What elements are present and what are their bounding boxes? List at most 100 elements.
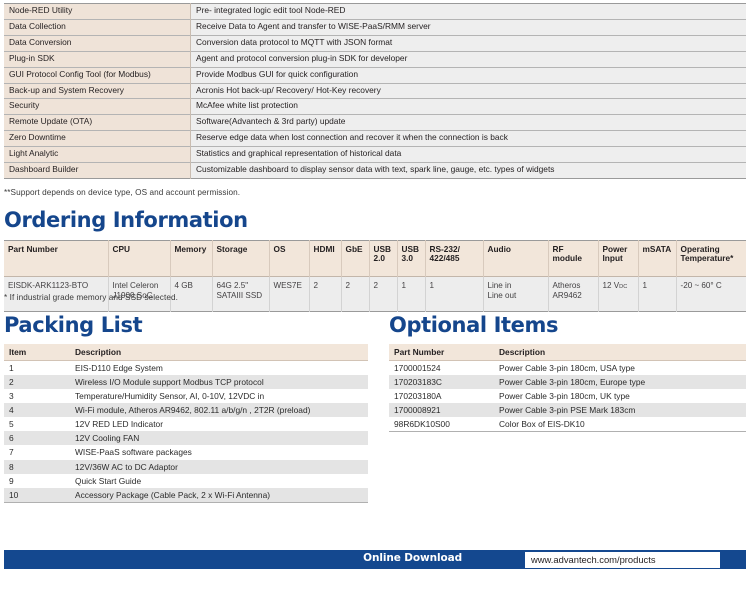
feature-cell: Dashboard Builder [4, 162, 191, 179]
col-description: Description [494, 344, 746, 361]
table-row: Dashboard Builder Customizable dashboard… [4, 162, 746, 179]
list-item: 1700008921 Power Cable 3-pin PSE Mark 18… [389, 403, 746, 418]
optional-items-table: Part Number Description 1700001524 Power… [389, 344, 746, 433]
list-item: 170203180A Power Cable 3-pin 180cm, UK t… [389, 389, 746, 404]
list-item: 98R6DK10S00 Color Box of EIS-DK10 [389, 417, 746, 433]
online-download-url-box[interactable]: www.advantech.com/products [525, 551, 720, 568]
list-item: 7 WISE-PaaS software packages [4, 445, 368, 460]
col-rf-line2: module [552, 253, 583, 264]
online-download-label: Online Download [363, 552, 462, 564]
packing-header-row: Item Description [4, 344, 368, 361]
description-cell: Provide Modbus GUI for quick configurati… [190, 67, 746, 84]
cell-usb30: 1 [397, 276, 426, 312]
optional-items-heading: Optional Items [389, 313, 559, 337]
description-cell: Software(Advantech & 3rd party) update [190, 114, 746, 131]
col-usb30: USB 3.0 [397, 240, 426, 277]
col-part-number: Part Number [4, 240, 109, 277]
col-gbe: GbE [341, 240, 370, 277]
col-os: OS [269, 240, 310, 277]
item-number: 4 [4, 403, 70, 418]
feature-cell: Data Conversion [4, 35, 191, 52]
item-description: Wi-Fi module, Atheros AR9462, 802.11 a/b… [70, 403, 368, 418]
item-number: 2 [4, 375, 70, 390]
cell-audio-line1: Line in [487, 281, 512, 290]
ordering-information-heading: Ordering Information [4, 208, 248, 232]
list-item: 9 Quick Start Guide [4, 473, 368, 488]
feature-cell: Plug-in SDK [4, 51, 191, 68]
col-serial-line2: 422/485 [429, 253, 460, 264]
cell-cpu-line1: Intel Celeron [112, 281, 159, 290]
table-row: Node-RED Utility Pre- integrated logic e… [4, 3, 746, 20]
cell-power-value: 12 V [602, 281, 620, 290]
item-description: Temperature/Humidity Sensor, AI, 0-10V, … [70, 389, 368, 404]
description-cell: Receive Data to Agent and transfer to WI… [190, 19, 746, 36]
description-cell: Conversion data protocol to MQTT with JS… [190, 35, 746, 52]
list-item: 5 12V RED LED Indicator [4, 417, 368, 432]
feature-cell: Node-RED Utility [4, 3, 191, 20]
list-item: 6 12V Cooling FAN [4, 431, 368, 446]
item-number: 6 [4, 431, 70, 446]
option-description: Power Cable 3-pin 180cm, Europe type [494, 375, 746, 390]
col-storage: Storage [212, 240, 270, 277]
description-cell: Reserve edge data when lost connection a… [190, 130, 746, 147]
cell-gbe: 2 [341, 276, 370, 312]
cell-power-subscript: DC [619, 284, 628, 290]
feature-cell: Light Analytic [4, 146, 191, 163]
option-description: Power Cable 3-pin PSE Mark 183cm [494, 403, 746, 418]
option-part-number: 98R6DK10S00 [389, 417, 494, 433]
option-description: Power Cable 3-pin 180cm, UK type [494, 389, 746, 404]
col-item: Item [4, 344, 70, 361]
list-item: 4 Wi-Fi module, Atheros AR9462, 802.11 a… [4, 403, 368, 418]
col-temp-line2: Temperature* [680, 253, 734, 264]
col-part-number: Part Number [389, 344, 494, 361]
option-part-number: 170203183C [389, 375, 494, 390]
item-number: 10 [4, 487, 70, 503]
col-msata: mSATA [638, 240, 677, 277]
item-number: 3 [4, 389, 70, 404]
item-number: 1 [4, 360, 70, 376]
list-item: 3 Temperature/Humidity Sensor, AI, 0-10V… [4, 389, 368, 404]
list-item: 8 12V/36W AC to DC Adaptor [4, 459, 368, 474]
optional-items-grid: Part Number Description 1700001524 Power… [389, 344, 746, 433]
packing-list-grid: Item Description 1 EIS-D110 Edge System … [4, 344, 368, 503]
col-usb20: USB 2.0 [369, 240, 398, 277]
software-feature-table: Node-RED Utility Pre- integrated logic e… [4, 3, 746, 179]
software-table-footnote: **Support depends on device type, OS and… [4, 188, 241, 197]
cell-serial: 1 [425, 276, 484, 312]
description-cell: Customizable dashboard to display sensor… [190, 162, 746, 179]
table-row: Zero Downtime Reserve edge data when los… [4, 130, 746, 147]
feature-cell: Back-up and System Recovery [4, 83, 191, 99]
list-item: 2 Wireless I/O Module support Modbus TCP… [4, 375, 368, 390]
feature-cell: Remote Update (OTA) [4, 114, 191, 131]
item-description: EIS-D110 Edge System [70, 360, 368, 376]
table-row: Remote Update (OTA) Software(Advantech &… [4, 114, 746, 131]
item-description: Quick Start Guide [70, 473, 368, 488]
table-row: Data Collection Receive Data to Agent an… [4, 19, 746, 36]
cell-audio: Line in Line out [483, 276, 549, 312]
col-audio: Audio [483, 240, 549, 277]
cell-usb20: 2 [369, 276, 398, 312]
col-power-line2: Input [602, 253, 623, 264]
col-serial: RS-232/ 422/485 [425, 240, 484, 277]
description-cell: Pre- integrated logic edit tool Node-RED [190, 3, 746, 20]
packing-list-table: Item Description 1 EIS-D110 Edge System … [4, 344, 368, 503]
col-hdmi: HDMI [309, 240, 342, 277]
feature-cell: Security [4, 98, 191, 115]
optional-header-row: Part Number Description [389, 344, 746, 361]
item-description: WISE-PaaS software packages [70, 445, 368, 460]
table-row: GUI Protocol Config Tool (for Modbus) Pr… [4, 67, 746, 84]
col-usb20-line2: 2.0 [373, 253, 386, 264]
ordering-table-footnote: * If industrial grade memory and SSD sel… [4, 293, 178, 302]
item-number: 5 [4, 417, 70, 432]
online-download-url[interactable]: www.advantech.com/products [525, 554, 656, 565]
col-rf-module: RF module [548, 240, 599, 277]
description-cell: Acronis Hot back-up/ Recovery/ Hot-Key r… [190, 83, 746, 99]
cell-rf-module: Atheros AR9462 [548, 276, 599, 312]
cell-storage-line2: SATAIII SSD [216, 290, 263, 300]
col-usb30-line2: 3.0 [401, 253, 414, 264]
col-cpu: CPU [108, 240, 171, 277]
option-description: Color Box of EIS-DK10 [494, 417, 746, 433]
software-feature-table-grid: Node-RED Utility Pre- integrated logic e… [4, 3, 746, 179]
list-item: 170203183C Power Cable 3-pin 180cm, Euro… [389, 375, 746, 390]
option-part-number: 1700008921 [389, 403, 494, 418]
